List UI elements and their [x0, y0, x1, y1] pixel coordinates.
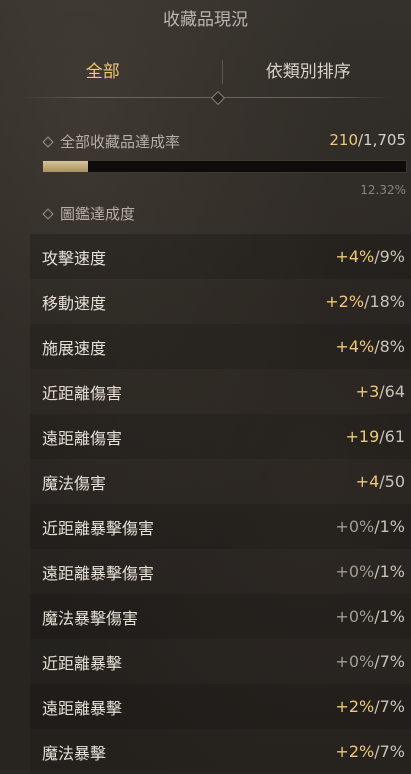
stat-gain: +2% — [335, 742, 374, 761]
stat-gain: +0% — [335, 652, 374, 671]
stat-value: +4%/9% — [335, 247, 405, 266]
stat-max: 1% — [380, 562, 405, 581]
completion-percent: 12.32% — [360, 183, 406, 197]
stat-max: 9% — [380, 247, 405, 266]
stat-value: +2%/7% — [335, 742, 405, 761]
stat-value: +3/64 — [356, 382, 405, 401]
diamond-bullet-icon — [42, 208, 53, 219]
stat-row: 近距離暴擊傷害 +0%/1% — [30, 504, 411, 549]
stat-name: 移動速度 — [42, 290, 106, 314]
completion-progress-bar — [42, 160, 407, 173]
stat-gain: +4% — [335, 247, 374, 266]
tab-underline — [20, 97, 391, 98]
stat-max: 1% — [380, 517, 405, 536]
stat-max: 64 — [385, 382, 405, 401]
stat-max: 7% — [380, 697, 405, 716]
stat-max: 61 — [385, 427, 405, 446]
completion-total: /1,705 — [358, 131, 406, 149]
completion-current: 210 — [329, 131, 358, 149]
stat-row: 遠距離傷害 +19/61 — [30, 414, 411, 459]
stat-row: 魔法暴擊傷害 +0%/1% — [30, 594, 411, 639]
stat-row: 近距離暴擊 +0%/7% — [30, 639, 411, 684]
stat-max: 18% — [369, 292, 405, 311]
stat-list: 攻擊速度 +4%/9% 移動速度 +2%/18% 施展速度 +4%/8% 近距離傷害 +3/6… — [30, 234, 411, 774]
stat-gain: +0% — [335, 562, 374, 581]
stat-row: 近距離傷害 +3/64 — [30, 369, 411, 414]
stat-name: 近距離傷害 — [42, 380, 122, 404]
stat-value: +4/50 — [356, 472, 405, 491]
stat-name: 魔法暴擊傷害 — [42, 605, 138, 629]
stat-name: 近距離暴擊 — [42, 650, 122, 674]
stat-name: 魔法傷害 — [42, 470, 106, 494]
diamond-bullet-icon — [42, 136, 53, 147]
stat-value: +2%/18% — [325, 292, 405, 311]
stat-row: 攻擊速度 +4%/9% — [30, 234, 411, 279]
tab-by-category[interactable]: 依類別排序 — [206, 46, 411, 98]
stat-row: 魔法暴擊 +2%/7% — [30, 729, 411, 774]
stat-row: 遠距離暴擊傷害 +0%/1% — [30, 549, 411, 594]
stat-gain: +0% — [335, 607, 374, 626]
stat-gain: +19 — [345, 427, 379, 446]
stat-max: 7% — [380, 742, 405, 761]
codex-header: 圖鑑達成度 — [44, 203, 135, 224]
stat-max: 7% — [380, 652, 405, 671]
stat-max: 1% — [380, 607, 405, 626]
stat-value: +2%/7% — [335, 697, 405, 716]
stat-gain: +2% — [335, 697, 374, 716]
stat-name: 遠距離暴擊 — [42, 695, 122, 719]
completion-label: 全部收藏品達成率 — [60, 131, 180, 152]
stat-value: +0%/1% — [335, 562, 405, 581]
completion-count: 210/1,705 — [329, 131, 406, 149]
stat-name: 魔法暴擊 — [42, 740, 106, 764]
stat-name: 攻擊速度 — [42, 245, 106, 269]
stat-name: 遠距離暴擊傷害 — [42, 560, 154, 584]
stat-value: +4%/8% — [335, 337, 405, 356]
stat-gain: +4 — [356, 472, 380, 491]
stat-value: +0%/7% — [335, 652, 405, 671]
stat-name: 近距離暴擊傷害 — [42, 515, 154, 539]
panel-title: 收藏品現況 — [0, 0, 411, 40]
stat-max: 50 — [385, 472, 405, 491]
stat-gain: +0% — [335, 517, 374, 536]
stat-value: +0%/1% — [335, 517, 405, 536]
stat-gain: +2% — [325, 292, 364, 311]
stat-row: 施展速度 +4%/8% — [30, 324, 411, 369]
stat-row: 魔法傷害 +4/50 — [30, 459, 411, 504]
tab-all[interactable]: 全部 — [0, 46, 206, 98]
stat-row: 移動速度 +2%/18% — [30, 279, 411, 324]
codex-label: 圖鑑達成度 — [60, 203, 135, 224]
completion-header: 全部收藏品達成率 — [44, 131, 180, 152]
stat-max: 8% — [380, 337, 405, 356]
stat-value: +19/61 — [345, 427, 405, 446]
tab-divider — [222, 60, 223, 84]
stat-row: 遠距離暴擊 +2%/7% — [30, 684, 411, 729]
stat-value: +0%/1% — [335, 607, 405, 626]
stat-name: 遠距離傷害 — [42, 425, 122, 449]
completion-progress-fill — [43, 161, 88, 172]
stat-name: 施展速度 — [42, 335, 106, 359]
tab-bar: 全部 依類別排序 — [0, 46, 411, 98]
stat-gain: +4% — [335, 337, 374, 356]
stat-gain: +3 — [356, 382, 380, 401]
